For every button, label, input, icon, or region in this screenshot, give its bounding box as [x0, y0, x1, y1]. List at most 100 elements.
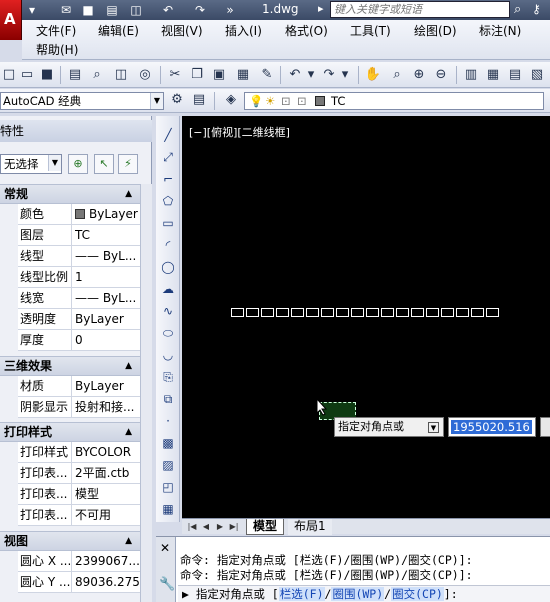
chevron-down-icon[interactable]: ▼ [150, 93, 163, 109]
section-plot-style[interactable]: 打印样式 ▲ [0, 422, 140, 442]
sheet-set-icon[interactable]: ▧ [528, 66, 546, 84]
drawn-rectangle[interactable] [486, 308, 499, 317]
print-preview-icon[interactable]: ⌕ [88, 66, 106, 84]
tab-layout1[interactable]: 布局1 [288, 519, 332, 535]
layer-properties-icon[interactable]: ◈ [222, 91, 240, 109]
prop-row-plot-attached[interactable]: 打印表... 模型 [0, 484, 140, 505]
zoom-realtime-icon[interactable]: ⌕ [388, 66, 406, 84]
prop-row-transparency[interactable]: 透明度 ByLayer [0, 309, 140, 330]
paste-special-icon[interactable]: ▦ [234, 66, 252, 84]
tool-palettes-icon[interactable]: ▤ [506, 66, 524, 84]
properties-icon[interactable]: ▥ [462, 66, 480, 84]
prop-row-center-x[interactable]: 圆心 X ... 2399067.... [0, 551, 140, 572]
next-tab-icon[interactable]: ▶ [214, 520, 226, 533]
circle-icon[interactable]: ◯ [159, 258, 177, 276]
drawn-rectangle[interactable] [411, 308, 424, 317]
command-window-handle[interactable]: ✕ 🔧 [156, 537, 176, 602]
prop-row-shadow[interactable]: 阴影显示 投射和接... [0, 397, 140, 418]
prop-row-lineweight[interactable]: 线宽 —— ByL... [0, 288, 140, 309]
prop-row-center-y[interactable]: 圆心 Y ... 89036.275 [0, 572, 140, 593]
drawn-rectangle[interactable] [276, 308, 289, 317]
drawn-rectangle[interactable] [336, 308, 349, 317]
close-icon[interactable]: ✕ [160, 541, 170, 555]
layer-dropdown[interactable]: 💡 ☀ ⊡ ⊡ TC [244, 92, 544, 110]
polygon-icon[interactable]: ⬠ [159, 192, 177, 210]
copy-icon[interactable]: ❐ [188, 66, 206, 84]
key-icon[interactable]: ⚷ [532, 2, 541, 16]
prop-row-linetype-scale[interactable]: 线型比例 1 [0, 267, 140, 288]
arc-icon[interactable]: ◜ [159, 236, 177, 254]
search-expand-icon[interactable]: ▸ [318, 2, 324, 15]
command-input[interactable]: ▶ 指定对角点或 [栏选(F)/圈围(WP)/圈交(CP)]: [178, 585, 550, 602]
drawn-rectangle[interactable] [441, 308, 454, 317]
undo-dropdown-icon[interactable]: ▾ [302, 66, 320, 84]
chevron-down-icon[interactable]: ▼ [48, 155, 61, 171]
paste-icon[interactable]: ▣ [210, 66, 228, 84]
select-objects-icon[interactable]: ↖ [94, 154, 114, 174]
spline-icon[interactable]: ∿ [159, 302, 177, 320]
open-folder-icon[interactable]: ▭ [18, 66, 36, 84]
drawn-rectangle[interactable] [456, 308, 469, 317]
last-tab-icon[interactable]: ▶| [228, 520, 240, 533]
menu-insert[interactable]: 插入(I) [225, 22, 262, 40]
collapse-icon[interactable]: ▲ [125, 423, 132, 441]
option-fence[interactable]: 栏选(F) [278, 587, 325, 601]
point-icon[interactable]: · [159, 412, 177, 430]
region-icon[interactable]: ◰ [159, 478, 177, 496]
coordinate-input-next[interactable] [540, 417, 550, 437]
gradient-icon[interactable]: ▨ [159, 456, 177, 474]
quick-select-icon[interactable]: ⚡ [118, 154, 138, 174]
menu-view[interactable]: 视图(V) [161, 22, 203, 40]
prop-row-plot-style[interactable]: 打印样式 BYCOLOR [0, 442, 140, 463]
collapse-icon[interactable]: ▲ [125, 185, 132, 203]
menu-tools[interactable]: 工具(T) [350, 22, 391, 40]
drawn-rectangle[interactable] [381, 308, 394, 317]
drawn-rectangle[interactable] [396, 308, 409, 317]
palette-scrollbar[interactable] [140, 184, 152, 602]
undo-icon[interactable]: ↶ [160, 2, 176, 18]
prop-row-plot-table[interactable]: 打印表... 2平面.ctb [0, 463, 140, 484]
drawn-rectangle[interactable] [471, 308, 484, 317]
prev-tab-icon[interactable]: ◀ [200, 520, 212, 533]
layer-lock-icon[interactable]: ⊡ [281, 93, 291, 109]
drawn-rectangle[interactable] [366, 308, 379, 317]
menu-format[interactable]: 格式(O) [285, 22, 328, 40]
publish-icon[interactable]: ◎ [136, 66, 154, 84]
drawn-rectangle[interactable] [246, 308, 259, 317]
insert-block-icon[interactable]: ⎘ [159, 368, 177, 386]
save-icon[interactable]: ■ [38, 66, 56, 84]
redo-icon[interactable]: ↷ [192, 2, 208, 18]
menu-dimension[interactable]: 标注(N) [479, 22, 521, 40]
drawn-rectangle[interactable] [321, 308, 334, 317]
match-properties-icon[interactable]: ✎ [258, 66, 276, 84]
rectangle-icon[interactable]: ▭ [159, 214, 177, 232]
menu-help[interactable]: 帮助(H) [36, 41, 78, 59]
prop-row-color[interactable]: 颜色 ByLayer [0, 204, 140, 225]
section-view[interactable]: 视图 ▲ [0, 531, 140, 551]
prop-row-layer[interactable]: 图层 TC [0, 225, 140, 246]
first-tab-icon[interactable]: |◀ [186, 520, 198, 533]
plot-icon[interactable]: ◫ [128, 2, 144, 18]
prop-row-linetype[interactable]: 线型 —— ByL... [0, 246, 140, 267]
workspace-dropdown[interactable]: AutoCAD 经典 ▼ [0, 92, 164, 110]
ellipse-arc-icon[interactable]: ◡ [159, 346, 177, 364]
more-icon[interactable]: » [222, 2, 238, 18]
layer-thaw-icon[interactable]: ☀ [265, 93, 275, 109]
chevron-down-icon[interactable]: ▼ [428, 422, 439, 433]
drawn-rectangle[interactable] [351, 308, 364, 317]
layer-on-icon[interactable]: 💡 [249, 93, 263, 109]
prop-row-thickness[interactable]: 厚度 0 [0, 330, 140, 351]
ellipse-icon[interactable]: ⬭ [159, 324, 177, 342]
construction-line-icon[interactable]: ⤢ [159, 148, 177, 166]
zoom-window-icon[interactable]: ⊕ [410, 66, 428, 84]
pan-icon[interactable]: ✋ [364, 66, 382, 84]
polyline-icon[interactable]: ⌐ [159, 170, 177, 188]
menu-arrow-icon[interactable]: ▾ [24, 2, 40, 18]
wrench-icon[interactable]: 🔧 [159, 577, 175, 592]
workspace-settings-icon[interactable]: ⚙ [168, 91, 186, 109]
toggle-pickadd-icon[interactable]: ⊕ [68, 154, 88, 174]
drawn-rectangle[interactable] [231, 308, 244, 317]
plot-icon[interactable]: ◫ [112, 66, 130, 84]
redo-dropdown-icon[interactable]: ▾ [336, 66, 354, 84]
tab-model[interactable]: 模型 [246, 519, 285, 535]
